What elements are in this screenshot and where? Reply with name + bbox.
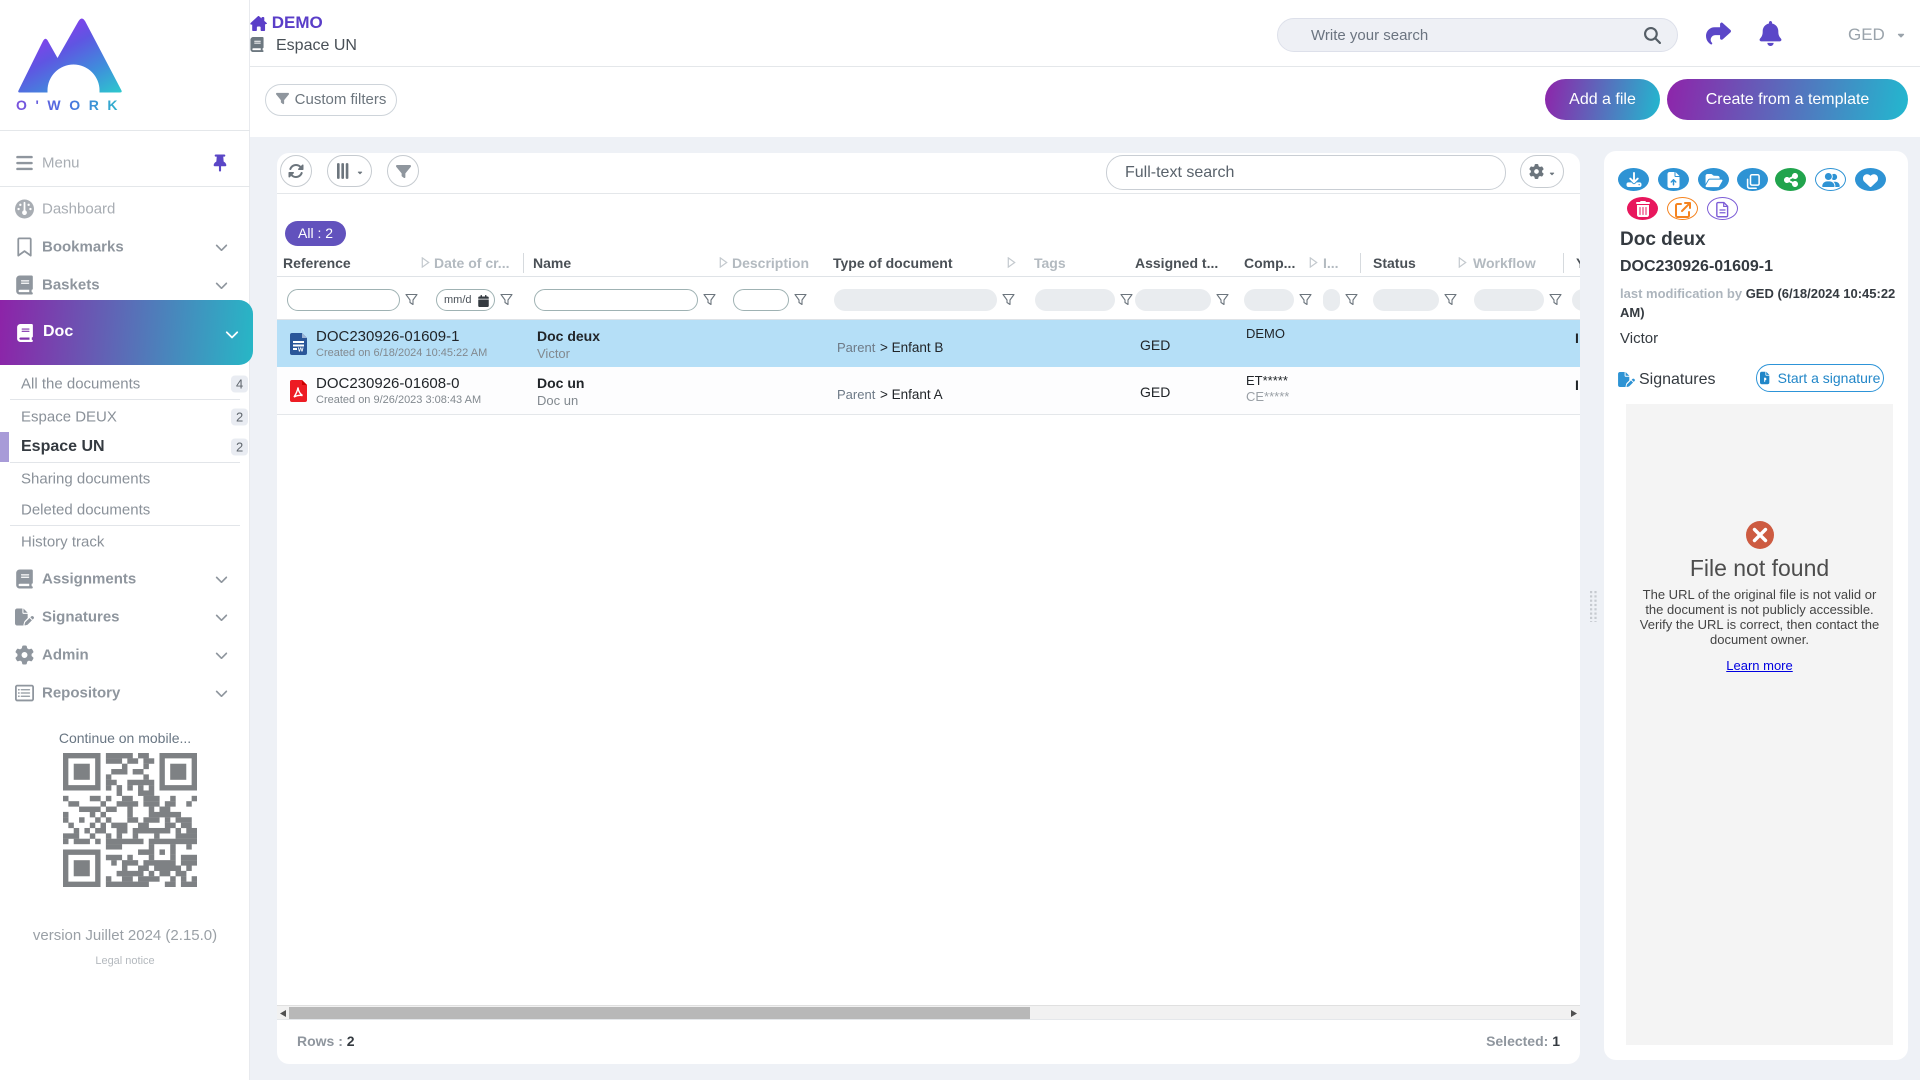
- svg-text:O'WORK: O'WORK: [16, 97, 124, 113]
- svg-text:w: w: [297, 347, 304, 354]
